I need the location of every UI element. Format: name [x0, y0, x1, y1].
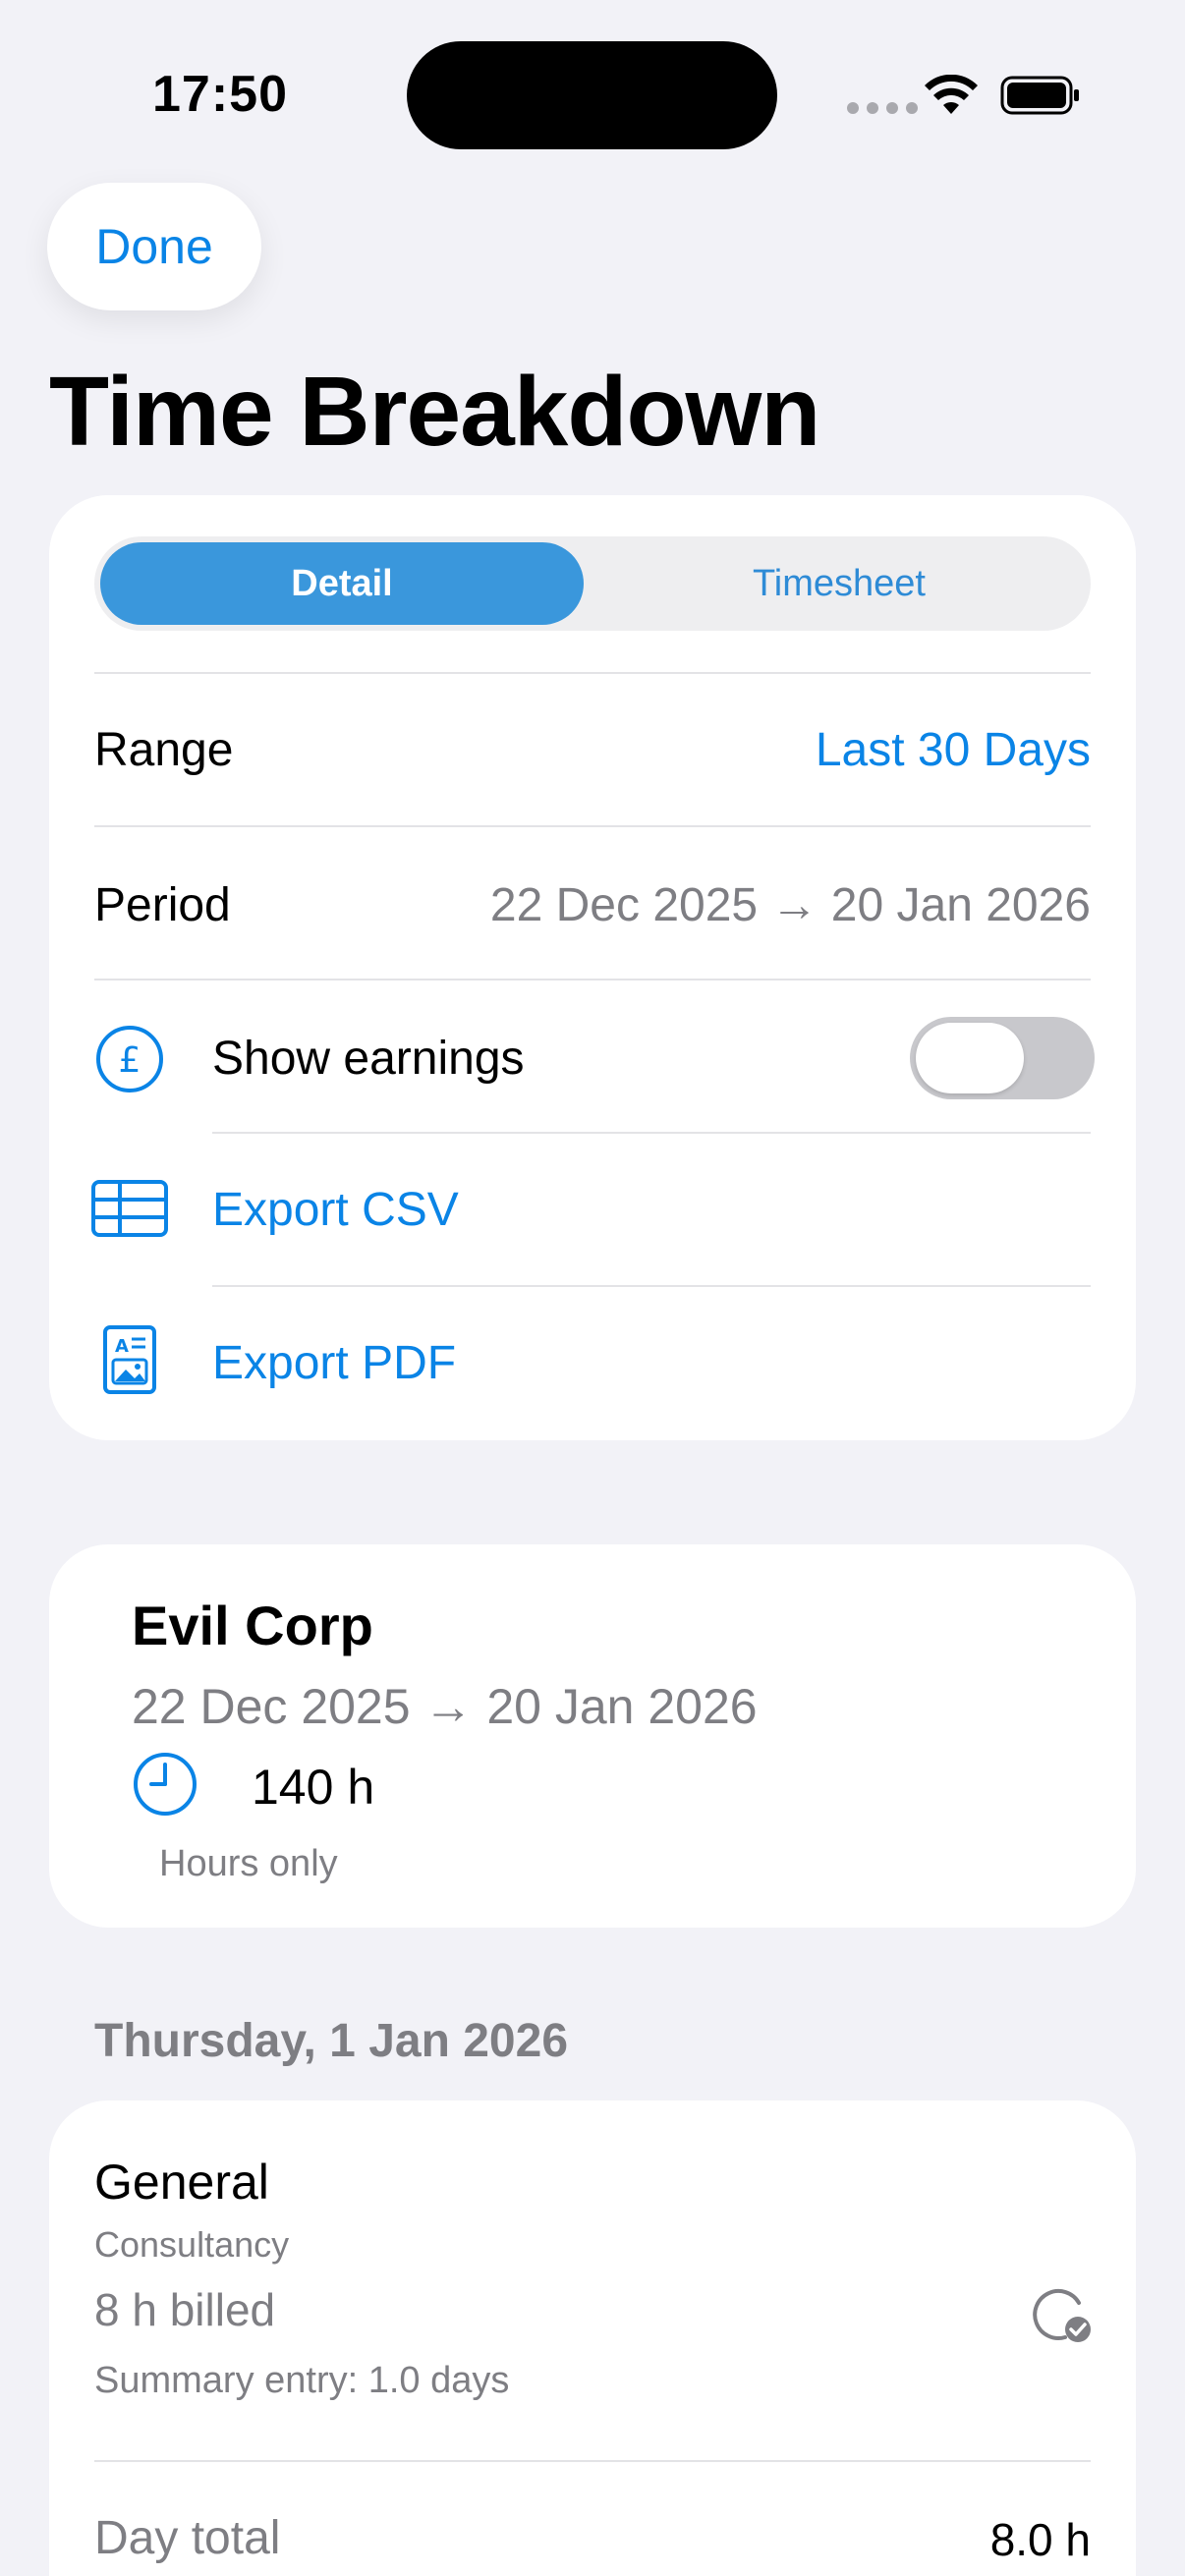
controls-card: Detail Timesheet Range Last 30 Days Peri… — [49, 495, 1136, 1440]
day-heading: Thursday, 1 Jan 2026 — [94, 2015, 569, 2067]
check-clock-icon — [1033, 2289, 1091, 2342]
divider — [94, 825, 1091, 827]
dynamic-island — [407, 41, 777, 149]
entry-summary: Summary entry: 1.0 days — [94, 2360, 510, 2401]
cellular-signal-icon — [847, 102, 918, 114]
wifi-icon — [925, 75, 978, 114]
period-value: 22 Dec 2025 → 20 Jan 2026 — [489, 879, 1091, 931]
toggle-knob — [916, 1023, 1024, 1093]
period-label: Period — [94, 879, 231, 931]
entry-category: Consultancy — [94, 2224, 290, 2265]
summary-period: 22 Dec 2025 → 20 Jan 2026 — [132, 1679, 758, 1734]
tab-detail[interactable]: Detail — [100, 542, 584, 625]
day-total-value: 8.0 h — [989, 2514, 1091, 2565]
divider — [94, 979, 1091, 980]
earnings-note: Hours only — [159, 1843, 338, 1884]
entry-title: General — [94, 2155, 269, 2210]
export-pdf-button[interactable]: A Export PDF — [49, 1287, 1136, 1438]
svg-text:£: £ — [119, 1040, 141, 1081]
show-earnings-toggle[interactable] — [910, 1017, 1095, 1099]
client-summary-card: Evil Corp 22 Dec 2025 → 20 Jan 2026 140 … — [49, 1544, 1136, 1928]
entry-row[interactable]: General Consultancy 8 h billed Summary e… — [49, 2100, 1136, 2462]
entry-billed: 8 h billed — [94, 2284, 276, 2335]
battery-icon — [1000, 76, 1079, 115]
time-breakdown-screen: 17:50 Done Time Breakdown Detail Timeshe… — [0, 0, 1185, 2576]
table-icon — [91, 1180, 168, 1237]
export-csv-label: Export CSV — [212, 1184, 459, 1236]
client-name: Evil Corp — [132, 1595, 373, 1656]
day-entries-card: General Consultancy 8 h billed Summary e… — [49, 2100, 1136, 2576]
day-total-label: Day total — [94, 2512, 281, 2564]
tab-timesheet[interactable]: Timesheet — [593, 542, 1085, 625]
range-label: Range — [94, 724, 234, 776]
clock-icon — [134, 1753, 197, 1816]
page-title: Time Breakdown — [49, 357, 820, 467]
export-csv-button[interactable]: Export CSV — [49, 1134, 1136, 1285]
done-button[interactable]: Done — [47, 183, 261, 310]
show-earnings-label: Show earnings — [212, 1033, 525, 1085]
divider — [94, 2460, 1091, 2462]
svg-text:A: A — [115, 1336, 129, 1357]
document-image-icon: A — [103, 1325, 156, 1394]
range-value[interactable]: Last 30 Days — [816, 723, 1091, 777]
status-time: 17:50 — [152, 66, 288, 123]
pound-circle-icon: £ — [96, 1026, 163, 1092]
total-hours: 140 h — [252, 1760, 375, 1815]
range-row[interactable]: Range Last 30 Days — [49, 674, 1136, 825]
view-mode-segmented-control: Detail Timesheet — [94, 536, 1091, 631]
export-pdf-label: Export PDF — [212, 1337, 457, 1389]
